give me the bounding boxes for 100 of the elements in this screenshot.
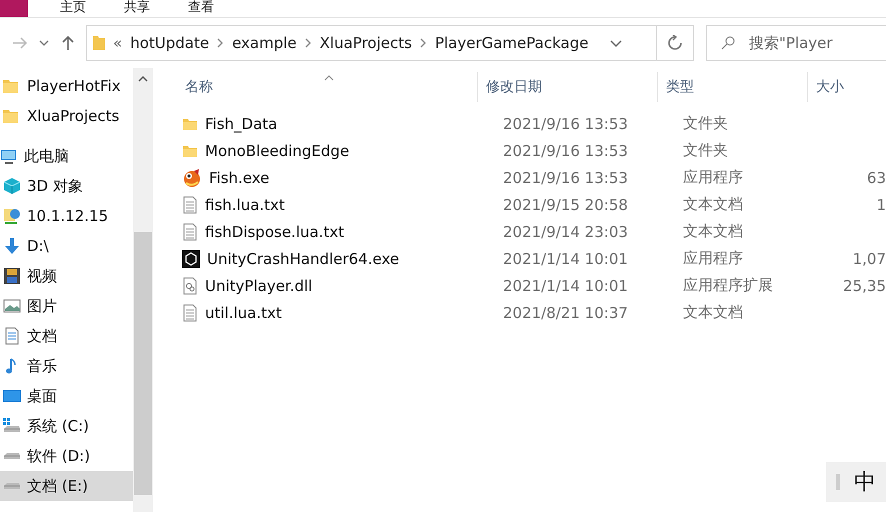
download-arrow-icon	[3, 237, 21, 255]
chevron-right-icon	[420, 38, 427, 48]
breadcrumb-item[interactable]: example	[232, 34, 297, 52]
sidebar-label: 软件 (D:)	[27, 446, 90, 466]
ribbon-tab[interactable]: 查看	[188, 0, 214, 15]
sidebar-item[interactable]: 此电脑	[0, 141, 133, 171]
search-field[interactable]: 搜索"Player	[706, 25, 886, 61]
sort-caret-icon	[324, 75, 334, 81]
sidebar-item[interactable]: 文档	[0, 321, 133, 351]
file-type: 文本文档	[682, 195, 744, 214]
column-header[interactable]: 大小	[807, 72, 867, 102]
modified-date: 2021/1/14 10:01	[502, 250, 629, 268]
scrollbar[interactable]	[133, 68, 153, 512]
sidebar-label: 视频	[27, 266, 57, 286]
file-type: 文件夹	[682, 141, 729, 160]
chevron-down-icon[interactable]	[610, 40, 622, 46]
breadcrumb-item[interactable]: PlayerGamePackage	[434, 34, 588, 52]
file-type: 应用程序扩展	[682, 276, 774, 295]
sidebar-item[interactable]: 音乐	[0, 351, 133, 381]
file-type: 文本文档	[682, 222, 744, 241]
modified-date: 2021/1/14 10:01	[502, 276, 629, 294]
sidebar-label: 音乐	[27, 356, 57, 376]
modified-date: 2021/8/21 10:37	[502, 304, 629, 322]
sidebar-item[interactable]: PlayerHotFix	[0, 71, 133, 101]
sidebar-item[interactable]: D:\	[0, 231, 133, 261]
picture-icon	[3, 297, 21, 315]
sidebar-item[interactable]: 文档 (E:)	[0, 471, 133, 501]
chevron-down-icon[interactable]	[39, 40, 49, 46]
file-name[interactable]: fishDispose.lua.txt	[205, 222, 344, 240]
search-icon	[721, 36, 735, 50]
file-name[interactable]: MonoBleedingEdge	[205, 142, 350, 160]
computer-icon	[0, 147, 18, 165]
document-icon	[182, 222, 198, 240]
up-arrow-icon[interactable]	[61, 35, 75, 51]
file-name[interactable]: UnityCrashHandler64.exe	[207, 250, 400, 268]
drive-icon	[3, 452, 21, 460]
file-name[interactable]: UnityPlayer.dll	[205, 276, 312, 294]
document-icon	[182, 304, 198, 322]
file-name[interactable]: util.lua.txt	[205, 304, 282, 322]
fish-app-icon	[182, 168, 202, 188]
desktop-icon	[3, 387, 21, 405]
sidebar-label: 系统 (C:)	[27, 416, 89, 436]
file-name[interactable]: fish.lua.txt	[205, 196, 285, 214]
ime-indicator[interactable]: 中	[826, 462, 886, 502]
sidebar-label: 桌面	[27, 386, 57, 406]
modified-date: 2021/9/16 13:53	[502, 114, 629, 132]
settings-file-icon	[182, 276, 198, 294]
chevron-right-icon	[217, 38, 224, 48]
sidebar-item[interactable]: 视频	[0, 261, 133, 291]
sidebar-item[interactable]: 图片	[0, 291, 133, 321]
scrollbar-thumb[interactable]	[134, 232, 152, 495]
sidebar-label: 10.1.12.15	[27, 207, 108, 225]
sidebar-item[interactable]: 软件 (D:)	[0, 441, 133, 471]
sidebar-label: 文档	[27, 326, 57, 346]
breadcrumb-overflow[interactable]: «	[113, 34, 122, 52]
sidebar-item[interactable]: XluaProjects	[0, 101, 133, 131]
file-name[interactable]: Fish_Data	[205, 114, 278, 132]
sidebar-label: 文档 (E:)	[27, 476, 88, 496]
column-header[interactable]: 名称	[169, 72, 477, 102]
drive-icon	[3, 417, 21, 435]
ribbon-tab[interactable]: 共享	[124, 0, 150, 15]
file-type: 文件夹	[682, 114, 729, 133]
modified-date: 2021/9/15 20:58	[502, 196, 629, 214]
file-size: 1	[876, 196, 886, 214]
cube-icon	[3, 177, 21, 195]
unity-app-icon	[182, 250, 200, 268]
breadcrumb-item[interactable]: XluaProjects	[320, 34, 412, 52]
chevron-right-icon	[304, 38, 312, 48]
sidebar-label: 此电脑	[24, 146, 69, 166]
file-name[interactable]: Fish.exe	[209, 168, 270, 186]
refresh-icon	[666, 35, 683, 51]
sidebar-label: D:\	[27, 237, 49, 255]
document-icon	[182, 196, 198, 214]
film-icon	[3, 267, 21, 285]
document-icon	[3, 327, 21, 345]
modified-date: 2021/9/16 13:53	[502, 142, 629, 160]
folder-icon	[3, 107, 21, 125]
column-header[interactable]: 类型	[657, 72, 807, 102]
sidebar-label: XluaProjects	[27, 107, 120, 125]
sidebar-item[interactable]: 3D 对象	[0, 171, 133, 201]
sidebar-label: 图片	[27, 296, 57, 316]
folder-icon	[3, 77, 21, 95]
network-drive-icon	[3, 207, 21, 225]
ribbon-tab[interactable]: 主页	[60, 0, 86, 15]
grip-icon	[836, 474, 840, 490]
sidebar-item[interactable]: 10.1.12.15	[0, 201, 133, 231]
breadcrumb-item[interactable]: hotUpdate	[130, 34, 210, 52]
sidebar-label: PlayerHotFix	[27, 77, 121, 95]
sidebar-item[interactable]: 系统 (C:)	[0, 411, 133, 441]
drive-icon	[3, 482, 21, 490]
chevron-up-icon[interactable]	[138, 76, 148, 82]
file-type: 应用程序	[682, 249, 744, 268]
file-size: 25,35	[843, 276, 886, 294]
sidebar-item[interactable]: 桌面	[0, 381, 133, 411]
modified-date: 2021/9/16 13:53	[502, 168, 629, 186]
address-bar[interactable]: « hotUpdate example XluaProjects PlayerGamePackage	[86, 25, 694, 61]
file-size: 1,07	[852, 250, 886, 268]
sidebar-label: 3D 对象	[27, 176, 83, 196]
file-type: 文本文档	[682, 303, 744, 322]
column-header[interactable]: 修改日期	[477, 72, 657, 102]
